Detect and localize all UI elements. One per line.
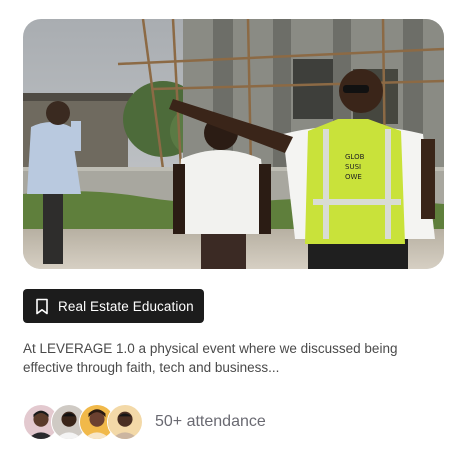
- event-card[interactable]: GLOB SUSI OWE Real Estate Education At L…: [0, 0, 468, 474]
- event-description: At LEVERAGE 1.0 a physical event where w…: [23, 341, 398, 375]
- event-photo: GLOB SUSI OWE: [23, 19, 444, 269]
- category-tag-label: Real Estate Education: [58, 298, 194, 314]
- attendee-group[interactable]: 50+ attendance: [23, 403, 266, 441]
- svg-text:OWE: OWE: [345, 173, 362, 181]
- svg-text:SUSI: SUSI: [345, 163, 361, 171]
- bookmark-icon: [36, 298, 48, 314]
- attendance-count: 50+ attendance: [155, 413, 266, 430]
- svg-text:GLOB: GLOB: [345, 153, 365, 161]
- category-tag[interactable]: Real Estate Education: [23, 289, 204, 323]
- attendee-avatar: [107, 404, 143, 440]
